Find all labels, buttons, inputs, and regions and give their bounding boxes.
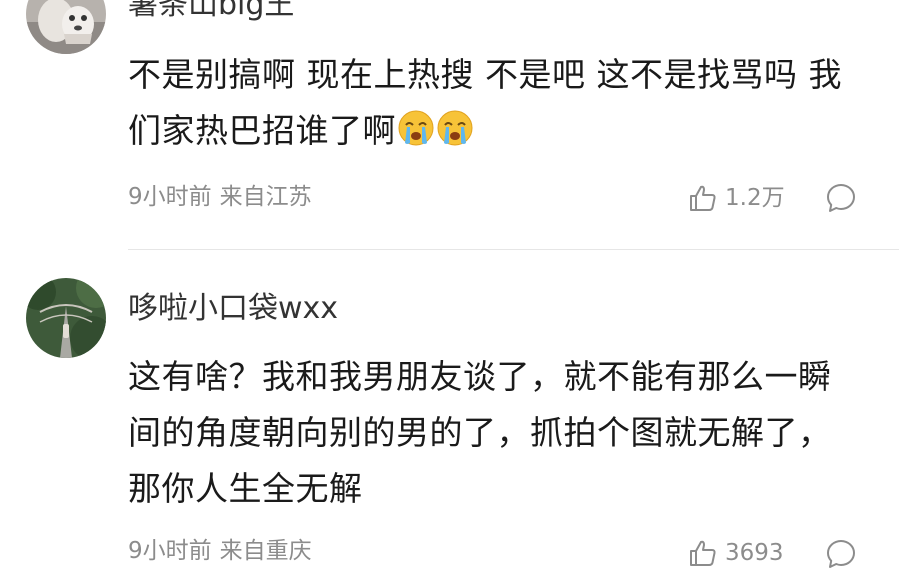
like-button[interactable]: 3693 <box>688 538 784 568</box>
like-count: 3693 <box>725 539 784 566</box>
comment-time: 9小时前 <box>128 538 212 564</box>
comment-item: 薯条山big王 不是别搞啊 现在上热搜 不是吧 这不是找骂吗 我们家热巴招谁了啊… <box>0 0 899 250</box>
like-count: 1.2万 <box>725 184 785 211</box>
comment-location: 来自江苏 <box>219 184 312 210</box>
comment-item: 哆啦小口袋wxx 这有啥？我和我男朋友谈了，就不能有那么一瞬间的角度朝向别的男的… <box>0 250 899 568</box>
comment-text: 这有啥？我和我男朋友谈了，就不能有那么一瞬间的角度朝向别的男的了，抓拍个图就无解… <box>128 357 832 508</box>
comment-username[interactable]: 哆啦小口袋wxx <box>128 294 338 324</box>
comment-bubble-icon <box>827 540 855 568</box>
comment-username[interactable]: 薯条山big王 <box>128 0 294 20</box>
comment-location: 来自重庆 <box>219 538 312 564</box>
avatar[interactable] <box>26 0 106 54</box>
avatar[interactable] <box>26 278 106 358</box>
reply-button[interactable] <box>825 182 857 218</box>
loudly-crying-face-icon <box>397 108 435 164</box>
comment-bubble-icon <box>827 184 855 212</box>
comment-text-body: 不是别搞啊 现在上热搜 不是吧 这不是找骂吗 我们家热巴招谁了啊 <box>128 55 842 150</box>
thumbs-up-icon <box>690 185 716 211</box>
comment-time: 9小时前 <box>128 184 212 210</box>
loudly-crying-face-icon <box>436 108 474 164</box>
comment-meta: 9小时前 来自重庆 <box>128 540 312 563</box>
reply-button[interactable] <box>825 538 857 574</box>
comment-text: 不是别搞啊 现在上热搜 不是吧 这不是找骂吗 我们家热巴招谁了啊 <box>128 47 848 164</box>
like-button[interactable]: 1.2万 <box>688 183 785 213</box>
thumbs-up-icon <box>690 540 716 566</box>
comment-meta: 9小时前 来自江苏 <box>128 186 312 209</box>
